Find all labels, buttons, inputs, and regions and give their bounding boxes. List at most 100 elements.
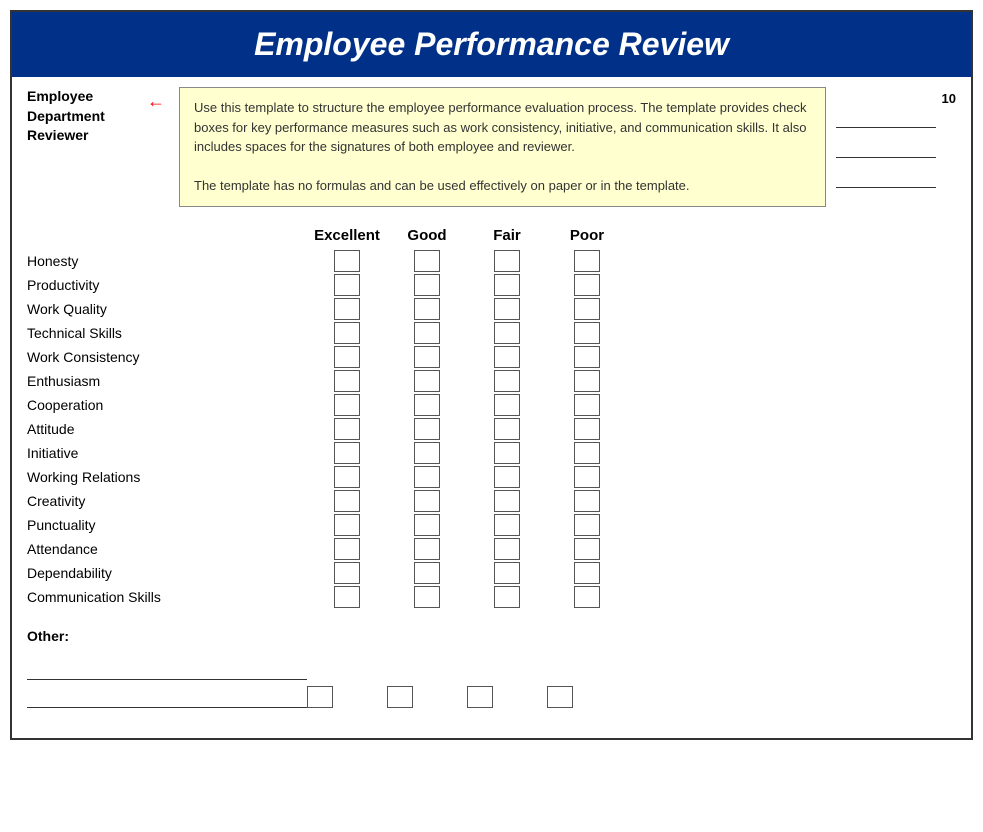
other-cb-good[interactable] — [387, 686, 413, 708]
other-checkbox-good[interactable] — [387, 686, 413, 708]
checkbox-fair[interactable] — [494, 322, 520, 344]
other-cb-excellent[interactable] — [307, 686, 333, 708]
checkbox-excellent[interactable] — [334, 274, 360, 296]
checkbox-poor[interactable] — [574, 274, 600, 296]
checkbox-poor[interactable] — [574, 298, 600, 320]
checkbox-poor[interactable] — [574, 442, 600, 464]
checkbox-poor[interactable] — [574, 370, 600, 392]
checkbox-excellent[interactable] — [334, 514, 360, 536]
checkbox-fair[interactable] — [494, 442, 520, 464]
other-label: Other: — [27, 628, 956, 644]
checkbox-poor[interactable] — [574, 346, 600, 368]
checkbox-cell-good — [387, 418, 467, 440]
checkbox-good[interactable] — [414, 274, 440, 296]
other-line-2[interactable] — [27, 688, 307, 708]
checkbox-poor[interactable] — [574, 394, 600, 416]
checkbox-good[interactable] — [414, 586, 440, 608]
row-label: Initiative — [27, 442, 307, 464]
checkbox-fair[interactable] — [494, 538, 520, 560]
employee-label: EmployeeDepartmentReviewer — [27, 87, 137, 146]
col-excellent: Excellent — [307, 227, 387, 244]
table-row: Enthusiasm — [27, 370, 956, 392]
checkbox-poor[interactable] — [574, 538, 600, 560]
department-field[interactable] — [836, 136, 936, 158]
checkbox-excellent[interactable] — [334, 250, 360, 272]
col-poor: Poor — [547, 227, 627, 244]
checkbox-good[interactable] — [414, 250, 440, 272]
checkbox-poor[interactable] — [574, 562, 600, 584]
table-row: Dependability — [27, 562, 956, 584]
col-fair: Fair — [467, 227, 547, 244]
employee-field[interactable] — [836, 106, 936, 128]
reviewer-field[interactable] — [836, 166, 936, 188]
row-label: Work Quality — [27, 298, 307, 320]
checkbox-excellent[interactable] — [334, 466, 360, 488]
checkbox-excellent[interactable] — [334, 418, 360, 440]
checkbox-cell-fair — [467, 250, 547, 272]
checkbox-cell-poor — [547, 298, 627, 320]
checkbox-good[interactable] — [414, 538, 440, 560]
checkbox-poor[interactable] — [574, 514, 600, 536]
checkbox-fair[interactable] — [494, 490, 520, 512]
checkbox-excellent[interactable] — [334, 490, 360, 512]
checkbox-good[interactable] — [414, 322, 440, 344]
checkbox-fair[interactable] — [494, 418, 520, 440]
checkbox-good[interactable] — [414, 466, 440, 488]
checkbox-excellent[interactable] — [334, 394, 360, 416]
checkbox-good[interactable] — [414, 490, 440, 512]
checkbox-excellent[interactable] — [334, 562, 360, 584]
checkbox-cell-excellent — [307, 466, 387, 488]
checkbox-good[interactable] — [414, 514, 440, 536]
checkbox-good[interactable] — [414, 442, 440, 464]
checkbox-cell-good — [387, 322, 467, 344]
checkbox-poor[interactable] — [574, 490, 600, 512]
checkbox-good[interactable] — [414, 370, 440, 392]
checkbox-excellent[interactable] — [334, 442, 360, 464]
checkbox-excellent[interactable] — [334, 538, 360, 560]
checkbox-poor[interactable] — [574, 466, 600, 488]
checkbox-cell-fair — [467, 562, 547, 584]
checkbox-fair[interactable] — [494, 586, 520, 608]
other-cb-fair[interactable] — [467, 686, 493, 708]
checkbox-good[interactable] — [414, 418, 440, 440]
checkbox-excellent[interactable] — [334, 298, 360, 320]
checkbox-excellent[interactable] — [334, 586, 360, 608]
checkbox-excellent[interactable] — [334, 322, 360, 344]
checkbox-cell-fair — [467, 322, 547, 344]
other-checkbox-fair[interactable] — [467, 686, 493, 708]
checkbox-poor[interactable] — [574, 418, 600, 440]
other-line-1[interactable] — [27, 660, 307, 680]
checkbox-excellent[interactable] — [334, 370, 360, 392]
checkbox-fair[interactable] — [494, 346, 520, 368]
checkbox-fair[interactable] — [494, 394, 520, 416]
checkbox-cell-excellent — [307, 442, 387, 464]
other-checkbox-excellent[interactable] — [307, 686, 333, 708]
checkbox-fair[interactable] — [494, 514, 520, 536]
checkbox-cell-good — [387, 298, 467, 320]
checkbox-fair[interactable] — [494, 250, 520, 272]
checkbox-excellent[interactable] — [334, 346, 360, 368]
other-cb-poor[interactable] — [547, 686, 573, 708]
checkbox-cell-excellent — [307, 370, 387, 392]
checkbox-poor[interactable] — [574, 586, 600, 608]
checkbox-fair[interactable] — [494, 370, 520, 392]
other-checkbox-poor[interactable] — [547, 686, 573, 708]
checkbox-fair[interactable] — [494, 298, 520, 320]
checkbox-poor[interactable] — [574, 250, 600, 272]
checkbox-fair[interactable] — [494, 274, 520, 296]
checkbox-fair[interactable] — [494, 562, 520, 584]
ratings-section: Excellent Good Fair Poor HonestyProducti… — [12, 227, 971, 608]
checkbox-cell-good — [387, 274, 467, 296]
checkbox-cell-fair — [467, 298, 547, 320]
checkbox-cell-good — [387, 562, 467, 584]
other-row — [27, 660, 956, 708]
checkbox-good[interactable] — [414, 346, 440, 368]
checkbox-good[interactable] — [414, 298, 440, 320]
checkbox-cell-fair — [467, 538, 547, 560]
table-row: Working Relations — [27, 466, 956, 488]
checkbox-good[interactable] — [414, 562, 440, 584]
checkbox-cell-good — [387, 394, 467, 416]
checkbox-fair[interactable] — [494, 466, 520, 488]
checkbox-poor[interactable] — [574, 322, 600, 344]
checkbox-good[interactable] — [414, 394, 440, 416]
